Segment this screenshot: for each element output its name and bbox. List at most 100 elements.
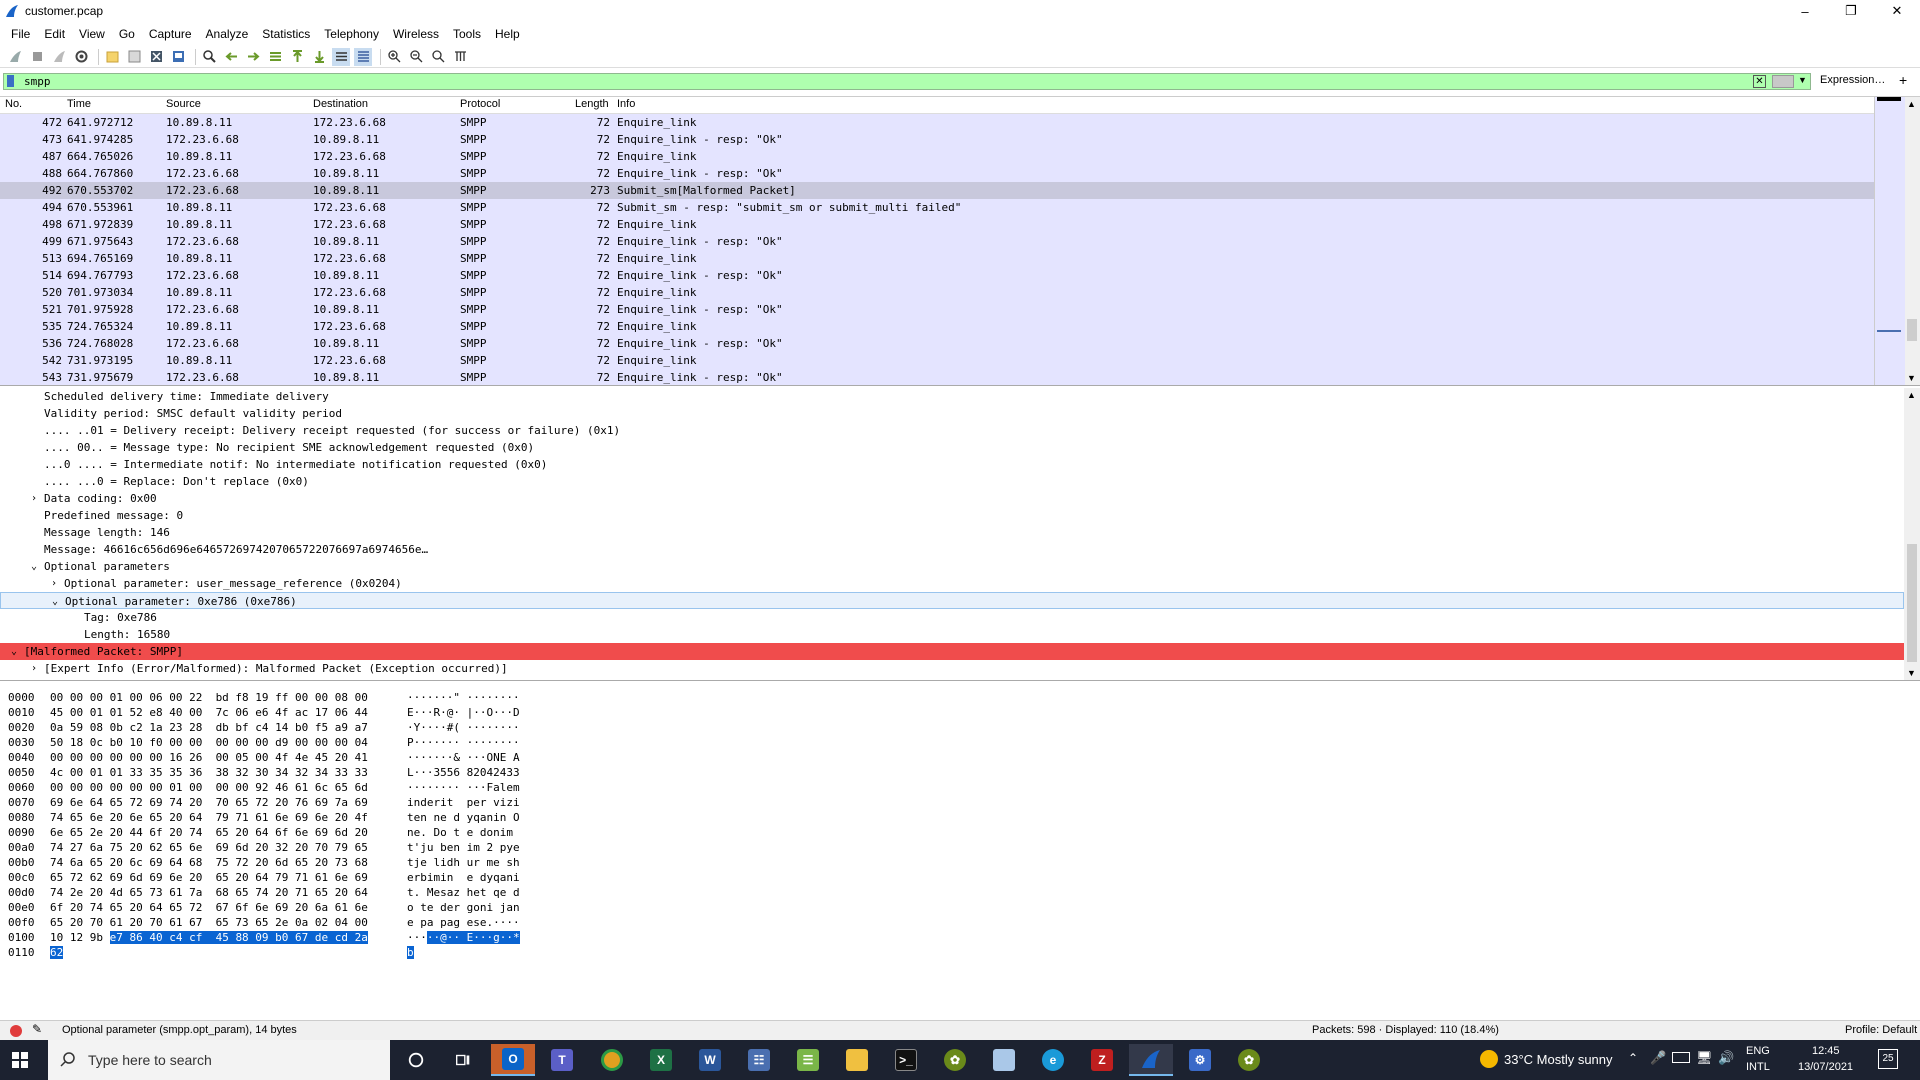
byte-hex[interactable]: 6f 20 74 65 20 64 65 72 67 6f 6e 69 20 6… xyxy=(50,900,368,915)
detail-row[interactable]: .... ...0 = Replace: Don't replace (0x0) xyxy=(0,473,1904,490)
notepad-taskbar-icon[interactable]: ☰ xyxy=(786,1044,830,1076)
teams-taskbar-icon[interactable]: T xyxy=(540,1044,584,1076)
byte-ascii[interactable]: tje lidh ur me sh xyxy=(407,855,520,870)
language-primary[interactable]: ENG xyxy=(1746,1045,1770,1057)
packet-row[interactable]: 514 694.767793 172.23.6.68 10.89.8.11 SMPP 72… xyxy=(0,267,1874,284)
detail-row[interactable]: › Optional parameter: user_message_refere… xyxy=(0,575,1904,592)
collapse-arrow-icon[interactable]: ⌄ xyxy=(28,558,40,575)
byte-hex[interactable]: 74 65 6e 20 6e 65 20 64 79 71 61 6e 69 6… xyxy=(50,810,368,825)
column-header-source[interactable]: Source xyxy=(166,98,201,110)
byte-hex[interactable]: 00 00 00 00 00 00 16 26 00 05 00 4f 4e 4… xyxy=(50,750,368,765)
network-icon[interactable]: 🖥 xyxy=(1696,1050,1713,1066)
excel-taskbar-icon[interactable]: X xyxy=(639,1044,683,1076)
kiwi-app-taskbar-icon[interactable]: ✿ xyxy=(933,1044,977,1076)
wireshark-taskbar-icon[interactable] xyxy=(1129,1044,1173,1076)
packet-row[interactable]: 536 724.768028 172.23.6.68 10.89.8.11 SMPP 72… xyxy=(0,335,1874,352)
detail-row[interactable]: Predefined message: 0 xyxy=(0,507,1904,524)
column-header-no[interactable]: No. xyxy=(5,98,22,110)
packet-row[interactable]: 535 724.765324 10.89.8.11 172.23.6.68 SMPP 72… xyxy=(0,318,1874,335)
byte-ascii[interactable]: E···R·@· |··O···D xyxy=(407,705,520,720)
expand-arrow-icon[interactable]: › xyxy=(28,490,40,507)
byte-hex[interactable]: 65 72 62 69 6d 69 6e 20 65 20 64 79 71 6… xyxy=(50,870,368,885)
stop-capture-icon[interactable] xyxy=(28,48,46,66)
byte-ascii[interactable]: b xyxy=(407,945,414,960)
collapse-arrow-icon[interactable]: ⌄ xyxy=(49,593,61,610)
byte-hex[interactable]: 00 00 00 00 00 00 01 00 00 00 92 46 61 6… xyxy=(50,780,368,795)
go-forward-icon[interactable] xyxy=(244,48,262,66)
byte-hex[interactable]: 74 27 6a 75 20 62 65 6e 69 6d 20 32 20 7… xyxy=(50,840,368,855)
go-back-icon[interactable] xyxy=(222,48,240,66)
byte-hex[interactable]: 69 6e 64 65 72 69 74 20 70 65 72 20 76 6… xyxy=(50,795,368,810)
edit-comment-icon[interactable]: ✎ xyxy=(32,1022,42,1036)
column-header-info[interactable]: Info xyxy=(617,98,635,110)
clock-time[interactable]: 12:45 xyxy=(1812,1045,1840,1057)
clear-filter-icon[interactable]: ✕ xyxy=(1753,75,1766,88)
network-tool-taskbar-icon[interactable]: ☷ xyxy=(737,1044,781,1076)
packet-row[interactable]: 498 671.972839 10.89.8.11 172.23.6.68 SMPP 72… xyxy=(0,216,1874,233)
volume-icon[interactable]: 🔊 xyxy=(1718,1050,1734,1066)
byte-ascii[interactable]: ·Y····#( ········ xyxy=(407,720,520,735)
byte-hex[interactable]: 6e 65 2e 20 44 6f 20 74 65 20 64 6f 6e 6… xyxy=(50,825,368,840)
byte-hex[interactable]: 00 00 00 01 00 06 00 22 bd f8 19 ff 00 0… xyxy=(50,690,368,705)
menu-tools[interactable]: Tools xyxy=(446,27,488,41)
colorize-icon[interactable] xyxy=(354,47,372,66)
expand-arrow-icon[interactable]: › xyxy=(28,660,40,677)
status-profile[interactable]: Profile: Default xyxy=(1845,1024,1917,1036)
byte-ascii[interactable]: ·······" ········ xyxy=(407,690,520,705)
scroll-up-icon[interactable]: ▲ xyxy=(1907,99,1916,109)
menu-go[interactable]: Go xyxy=(112,27,142,41)
language-secondary[interactable]: INTL xyxy=(1746,1061,1770,1073)
packet-row[interactable]: 499 671.975643 172.23.6.68 10.89.8.11 SMPP 72… xyxy=(0,233,1874,250)
menu-statistics[interactable]: Statistics xyxy=(255,27,317,41)
expert-info-icon[interactable] xyxy=(10,1025,22,1037)
menu-telephony[interactable]: Telephony xyxy=(317,27,386,41)
column-header-protocol[interactable]: Protocol xyxy=(460,98,500,110)
display-filter-input[interactable]: smpp xyxy=(3,73,1811,90)
byte-hex[interactable]: 0a 59 08 0b c2 1a 23 28 db bf c4 14 b0 f… xyxy=(50,720,368,735)
packet-minimap[interactable] xyxy=(1874,97,1905,385)
menu-wireless[interactable]: Wireless xyxy=(386,27,446,41)
packet-row[interactable]: 513 694.765169 10.89.8.11 172.23.6.68 SMPP 72… xyxy=(0,250,1874,267)
byte-hex[interactable]: 45 00 01 01 52 e8 40 00 7c 06 e6 4f ac 1… xyxy=(50,705,368,720)
chrome-taskbar-icon[interactable] xyxy=(590,1044,634,1076)
packet-row-selected[interactable]: 492 670.553702 172.23.6.68 10.89.8.11 SMPP 27… xyxy=(0,182,1874,199)
byte-ascii[interactable]: t. Mesaz het qe d xyxy=(407,885,520,900)
scrollbar-thumb[interactable] xyxy=(1907,544,1917,662)
save-file-icon[interactable] xyxy=(125,48,143,66)
byte-hex[interactable]: 74 2e 20 4d 65 73 61 7a 68 65 74 20 71 6… xyxy=(50,885,368,900)
byte-ascii[interactable]: e pa pag ese.···· xyxy=(407,915,520,930)
byte-ascii[interactable]: L···3556 82042433 xyxy=(407,765,520,780)
byte-hex[interactable]: 10 12 9b e7 86 40 c4 cf 45 88 09 b0 67 d… xyxy=(50,930,368,945)
packet-row[interactable]: 494 670.553961 10.89.8.11 172.23.6.68 SMPP 72… xyxy=(0,199,1874,216)
details-scrollbar[interactable]: ▲ ▼ xyxy=(1904,388,1920,680)
reload-file-icon[interactable] xyxy=(169,48,187,66)
detail-row[interactable]: Message: 46616c656d696e64657269742070657… xyxy=(0,541,1904,558)
packet-list-scrollbar[interactable]: ▲ ▼ xyxy=(1904,97,1920,385)
cortana-icon[interactable] xyxy=(394,1044,438,1076)
expression-button[interactable]: Expression… xyxy=(1820,74,1885,86)
detail-row[interactable]: .... ..01 = Delivery receipt: Delivery r… xyxy=(0,422,1904,439)
menu-file[interactable]: File xyxy=(4,27,37,41)
remote-app-taskbar-icon[interactable] xyxy=(982,1044,1026,1076)
packet-row[interactable]: 473 641.974285 172.23.6.68 10.89.8.11 SMPP 72… xyxy=(0,131,1874,148)
collapse-arrow-icon[interactable]: ⌄ xyxy=(8,643,20,660)
open-file-icon[interactable] xyxy=(103,48,121,66)
detail-row[interactable]: .... 00.. = Message type: No recipient S… xyxy=(0,439,1904,456)
detail-row[interactable]: Tag: 0xe786 xyxy=(0,609,1904,626)
go-to-packet-icon[interactable] xyxy=(266,48,284,66)
byte-ascii[interactable]: ·······& ···ONE A xyxy=(407,750,520,765)
expand-arrow-icon[interactable]: › xyxy=(48,575,60,592)
battery-icon[interactable] xyxy=(1672,1052,1690,1063)
detail-row-error[interactable]: ⌄ [Malformed Packet: SMPP] xyxy=(0,643,1904,660)
autoscroll-icon[interactable] xyxy=(332,47,350,66)
detail-row-selected[interactable]: ⌄ Optional parameter: 0xe786 (0xe786) xyxy=(0,592,1904,609)
apply-filter-icon[interactable] xyxy=(1772,75,1794,88)
microphone-icon[interactable]: 🎤 xyxy=(1650,1050,1666,1066)
capture-options-icon[interactable] xyxy=(72,48,90,66)
close-file-icon[interactable] xyxy=(147,48,165,66)
add-filter-button[interactable]: + xyxy=(1899,72,1907,88)
byte-ascii[interactable]: ·····@·· E···g··* xyxy=(407,930,520,945)
scroll-up-icon[interactable]: ▲ xyxy=(1907,390,1916,400)
detail-row[interactable]: › Data coding: 0x00 xyxy=(0,490,1904,507)
restore-icon[interactable]: ❐ xyxy=(1828,0,1874,22)
